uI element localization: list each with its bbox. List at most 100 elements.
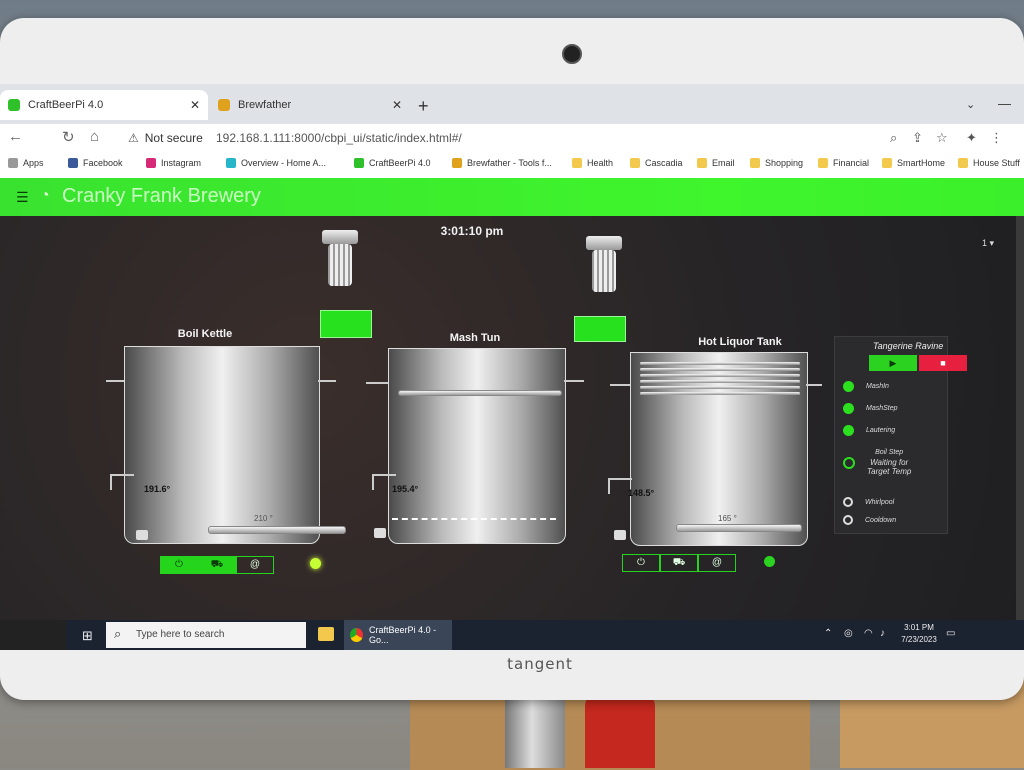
recipe-panel: Tangerine Ravine ▶ ■ MashIn MashStep Lau… [834, 336, 967, 534]
bookmark-facebook[interactable]: Facebook [68, 158, 123, 168]
kettle-handle-right [318, 380, 336, 382]
menu-icon[interactable]: ⋮ [990, 130, 1003, 146]
bookmark-shopping[interactable]: Shopping [750, 158, 803, 168]
scrollbar[interactable] [1016, 216, 1024, 620]
bookmark-house-stuff[interactable]: House Stuff [958, 158, 1020, 168]
pump-2-toggle[interactable] [574, 316, 626, 342]
step-whirlpool[interactable]: Whirlpool [843, 497, 894, 507]
share-icon[interactable]: ⇪ [912, 130, 923, 146]
chrome-icon [350, 628, 364, 642]
bookmark-overview[interactable]: Overview - Home A... [226, 158, 326, 168]
boil-step-info: Boil Step Waiting for Target Temp [867, 449, 911, 476]
home-icon[interactable]: ⌂ [90, 128, 99, 145]
valve-icon[interactable] [136, 530, 148, 540]
status-led [764, 556, 775, 567]
tab-search-chevron-icon[interactable]: ⌄ [966, 98, 975, 111]
close-icon[interactable]: ✕ [190, 98, 200, 112]
screen: CraftBeerPi 4.0 ✕ Brewfather ✕ + ⌄ — ← ↻… [0, 84, 1024, 650]
bookmark-brewfather[interactable]: Brewfather - Tools f... [452, 158, 552, 168]
step-label: Boil Step [875, 449, 904, 456]
start-button[interactable]: ▶ [869, 355, 917, 371]
wifi-icon[interactable]: ◠ [864, 628, 873, 639]
app-header: ☰ ◔ Cranky Frank Brewery [0, 178, 1024, 216]
coil-loop [640, 362, 800, 365]
hamburger-menu-icon[interactable]: ☰ [16, 189, 29, 206]
step-mashin[interactable]: MashIn [843, 381, 889, 392]
heating-element [676, 524, 802, 532]
power-icon[interactable]: ⏻ [160, 556, 198, 574]
home-assistant-icon [226, 158, 236, 168]
bookmark-label: Cascadia [645, 158, 683, 168]
step-pending-icon [843, 515, 853, 525]
url-bar[interactable]: 192.168.1.111:8000/cbpi_ui/static/index.… [216, 131, 462, 145]
network-icon[interactable]: ◎ [844, 628, 853, 639]
taskbar-clock[interactable]: 3:01 PM 7/23/2023 [894, 622, 944, 646]
mash-tun-temp: 195.4° [392, 484, 419, 494]
valve-icon[interactable] [374, 528, 386, 538]
pump-body [592, 250, 616, 292]
volume-icon[interactable]: ♪ [880, 628, 885, 639]
page-selector-value: 1 [982, 238, 988, 248]
auto-mode-icon[interactable]: @ [236, 556, 274, 574]
stop-button[interactable]: ■ [919, 355, 967, 371]
step-label: MashIn [866, 383, 889, 390]
minimize-icon[interactable]: — [998, 96, 1011, 111]
extension-icon[interactable]: ✦ [966, 130, 977, 146]
search-placeholder: Type here to search [136, 629, 225, 640]
file-explorer-icon[interactable] [318, 627, 334, 641]
step-label: Cooldown [865, 516, 897, 524]
star-icon[interactable]: ☆ [936, 130, 948, 146]
power-icon[interactable]: ⏻ [622, 554, 660, 572]
windows-start-icon[interactable]: ⊞ [82, 628, 93, 644]
pump-body [328, 244, 352, 286]
bookmark-instagram[interactable]: Instagram [146, 158, 201, 168]
folder-icon [818, 158, 828, 168]
step-pending-icon [843, 497, 853, 507]
reload-icon[interactable]: ↻ [62, 128, 75, 146]
bookmark-email[interactable]: Email [697, 158, 735, 168]
instagram-icon [146, 158, 156, 168]
mash-tun-label: Mash Tun [449, 332, 501, 344]
recipe-name: Tangerine Ravine [873, 341, 944, 351]
coil-loop [640, 374, 800, 377]
taskbar-chrome-button[interactable]: CraftBeerPi 4.0 - Go... [344, 620, 452, 650]
agitator-icon[interactable]: ⛟ [198, 556, 236, 574]
valve-icon[interactable] [614, 530, 626, 540]
tab-craftbeerpi[interactable]: CraftBeerPi 4.0 ✕ [0, 90, 208, 120]
zoom-icon[interactable]: ⌕ [890, 130, 897, 146]
step-mashstep[interactable]: MashStep [843, 403, 898, 414]
tray-chevron-icon[interactable]: ⌃ [824, 628, 832, 639]
bookmark-label: Financial [833, 158, 870, 168]
false-bottom [392, 518, 556, 520]
page-selector[interactable]: 1 ▾ [982, 238, 994, 249]
bookmark-health[interactable]: Health [572, 158, 613, 168]
pump-1-toggle[interactable] [320, 310, 372, 338]
step-boil[interactable]: Boil Step Waiting for Target Temp [843, 449, 911, 476]
tab-brewfather[interactable]: Brewfather ✕ [210, 90, 410, 120]
bookmark-label: House Stuff [973, 158, 1020, 168]
hlt-coil [640, 362, 800, 398]
apps-icon [8, 158, 18, 168]
step-cooldown[interactable]: Cooldown [843, 515, 896, 525]
security-indicator[interactable]: ⚠ Not secure [128, 131, 203, 145]
bookmark-smarthome[interactable]: SmartHome [882, 158, 945, 168]
boil-kettle-target: 210 ° [254, 514, 273, 523]
new-tab-button[interactable]: + [418, 96, 429, 117]
bookmark-financial[interactable]: Financial [818, 158, 869, 168]
notifications-icon[interactable]: ▭ [946, 628, 955, 639]
sparge-arm [398, 390, 562, 396]
close-icon[interactable]: ✕ [392, 98, 402, 112]
facebook-icon [68, 158, 78, 168]
coil-loop [640, 386, 800, 389]
hlt-handle-right [806, 384, 822, 386]
taskbar-search[interactable]: ⌕ Type here to search [106, 622, 306, 648]
tab-label: Brewfather [238, 99, 292, 111]
security-label: Not secure [144, 131, 203, 145]
bookmark-apps[interactable]: Apps [8, 158, 44, 168]
auto-mode-icon[interactable]: @ [698, 554, 736, 572]
bookmark-craftbeerpi[interactable]: CraftBeerPi 4.0 [354, 158, 431, 168]
bookmark-cascadia[interactable]: Cascadia [630, 158, 683, 168]
step-lautering[interactable]: Lautering [843, 425, 895, 436]
back-icon[interactable]: ← [8, 128, 23, 145]
agitator-icon[interactable]: ⛟ [660, 554, 698, 572]
